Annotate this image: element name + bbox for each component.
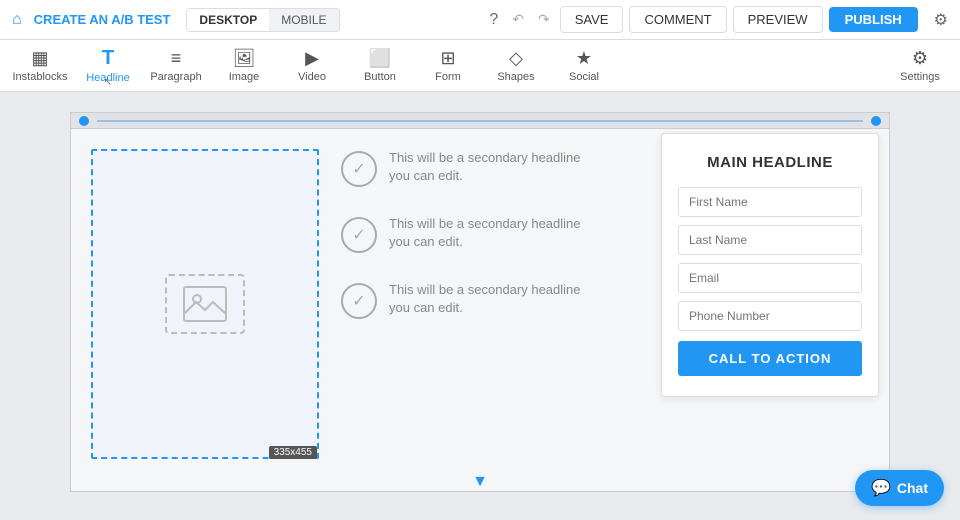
instablocks-icon: ▦ xyxy=(31,48,48,69)
toolbar-button-label: Button xyxy=(364,71,396,83)
scroll-down-icon: ▼ xyxy=(472,473,488,491)
undo-button[interactable]: ↶ xyxy=(508,9,528,30)
feature-item-2: ✓ This will be a secondary headline you … xyxy=(341,215,601,253)
feature-text-2: This will be a secondary headline you ca… xyxy=(389,215,601,251)
toolbar-button[interactable]: ⬜ Button xyxy=(348,42,412,90)
chat-bubble[interactable]: 💬 Chat xyxy=(855,470,944,506)
form-panel: MAIN HEADLINE CALL TO ACTION xyxy=(661,133,879,397)
preview-button[interactable]: PREVIEW xyxy=(733,6,823,33)
selection-size-label: 335x455 xyxy=(269,446,317,459)
mobile-button[interactable]: MOBILE xyxy=(269,9,338,31)
image-icon: 🖼 xyxy=(233,48,256,69)
canvas-inner: 335x455 ✓ This will be a secondary headl… xyxy=(0,92,960,520)
toolbar-paragraph-label: Paragraph xyxy=(150,71,201,83)
home-icon[interactable]: ⌂ xyxy=(12,11,22,29)
feature-text-1: This will be a secondary headline you ca… xyxy=(389,149,601,185)
image-placeholder xyxy=(165,274,245,334)
cursor-indicator: ↖ xyxy=(104,77,112,88)
save-button[interactable]: SAVE xyxy=(560,6,624,33)
feature-item-3: ✓ This will be a secondary headline you … xyxy=(341,281,601,319)
top-guide xyxy=(71,113,889,129)
toolbar-video[interactable]: ▶ Video xyxy=(280,42,344,90)
placeholder-image-icon xyxy=(183,286,227,322)
create-ab-test-link[interactable]: CREATE AN A/B TEST xyxy=(34,12,171,27)
headline-icon: T xyxy=(102,47,114,70)
feature-item-1: ✓ This will be a secondary headline you … xyxy=(341,149,601,187)
feature-text-3: This will be a secondary headline you ca… xyxy=(389,281,601,317)
toolbar-form-label: Form xyxy=(435,71,461,83)
paragraph-icon: ≡ xyxy=(171,48,182,69)
toolbar-settings[interactable]: ⚙ Settings xyxy=(888,42,952,90)
toolbar-form[interactable]: ⊞ Form xyxy=(416,42,480,90)
desktop-button[interactable]: DESKTOP xyxy=(187,9,269,31)
toolbar-settings-label: Settings xyxy=(900,71,940,83)
comment-button[interactable]: COMMENT xyxy=(629,6,726,33)
toolbar-shapes-label: Shapes xyxy=(497,71,534,83)
toolbar-paragraph[interactable]: ≡ Paragraph xyxy=(144,42,208,90)
email-input[interactable] xyxy=(678,263,862,293)
video-icon: ▶ xyxy=(305,48,319,69)
guide-dot-right xyxy=(871,116,881,126)
last-name-input[interactable] xyxy=(678,225,862,255)
feature-check-3: ✓ xyxy=(341,283,377,319)
guide-line xyxy=(97,120,863,122)
toolbar-headline[interactable]: T Headline ↖ xyxy=(76,42,140,90)
first-name-input[interactable] xyxy=(678,187,862,217)
button-icon: ⬜ xyxy=(369,48,391,69)
topbar: ⌂ CREATE AN A/B TEST DESKTOP MOBILE ? ↶ … xyxy=(0,0,960,40)
topbar-actions: ? ↶ ↷ SAVE COMMENT PREVIEW PUBLISH xyxy=(485,6,917,33)
phone-input[interactable] xyxy=(678,301,862,331)
feature-check-2: ✓ xyxy=(341,217,377,253)
form-icon: ⊞ xyxy=(440,48,455,69)
toolbar-social[interactable]: ★ Social xyxy=(552,42,616,90)
page-canvas[interactable]: 335x455 ✓ This will be a secondary headl… xyxy=(70,112,890,492)
chat-icon: 💬 xyxy=(871,478,891,498)
help-button[interactable]: ? xyxy=(485,7,502,33)
settings-button[interactable]: ⚙ xyxy=(934,10,948,30)
cta-button[interactable]: CALL TO ACTION xyxy=(678,341,862,376)
social-icon: ★ xyxy=(576,48,592,69)
toolbar: ▦ Instablocks T Headline ↖ ≡ Paragraph 🖼… xyxy=(0,40,960,92)
toolbar-image-label: Image xyxy=(229,71,260,83)
shapes-icon: ◇ xyxy=(509,48,523,69)
toolbar-instablocks[interactable]: ▦ Instablocks xyxy=(8,42,72,90)
toolbar-social-label: Social xyxy=(569,71,599,83)
publish-button[interactable]: PUBLISH xyxy=(829,7,918,32)
guide-dot-left xyxy=(79,116,89,126)
device-selector: DESKTOP MOBILE xyxy=(186,8,339,32)
toolbar-shapes[interactable]: ◇ Shapes xyxy=(484,42,548,90)
features-area: ✓ This will be a secondary headline you … xyxy=(341,149,601,347)
toolbar-image[interactable]: 🖼 Image xyxy=(212,42,276,90)
form-headline: MAIN HEADLINE xyxy=(678,154,862,171)
feature-check-1: ✓ xyxy=(341,151,377,187)
bottom-bar: ▼ xyxy=(71,473,889,491)
settings-gear-icon: ⚙ xyxy=(912,48,928,69)
toolbar-video-label: Video xyxy=(298,71,326,83)
toolbar-instablocks-label: Instablocks xyxy=(12,71,67,83)
canvas-area: 335x455 ✓ This will be a secondary headl… xyxy=(0,92,960,520)
chat-label: Chat xyxy=(897,480,928,496)
redo-button[interactable]: ↷ xyxy=(534,9,554,30)
selection-box[interactable]: 335x455 xyxy=(91,149,319,459)
